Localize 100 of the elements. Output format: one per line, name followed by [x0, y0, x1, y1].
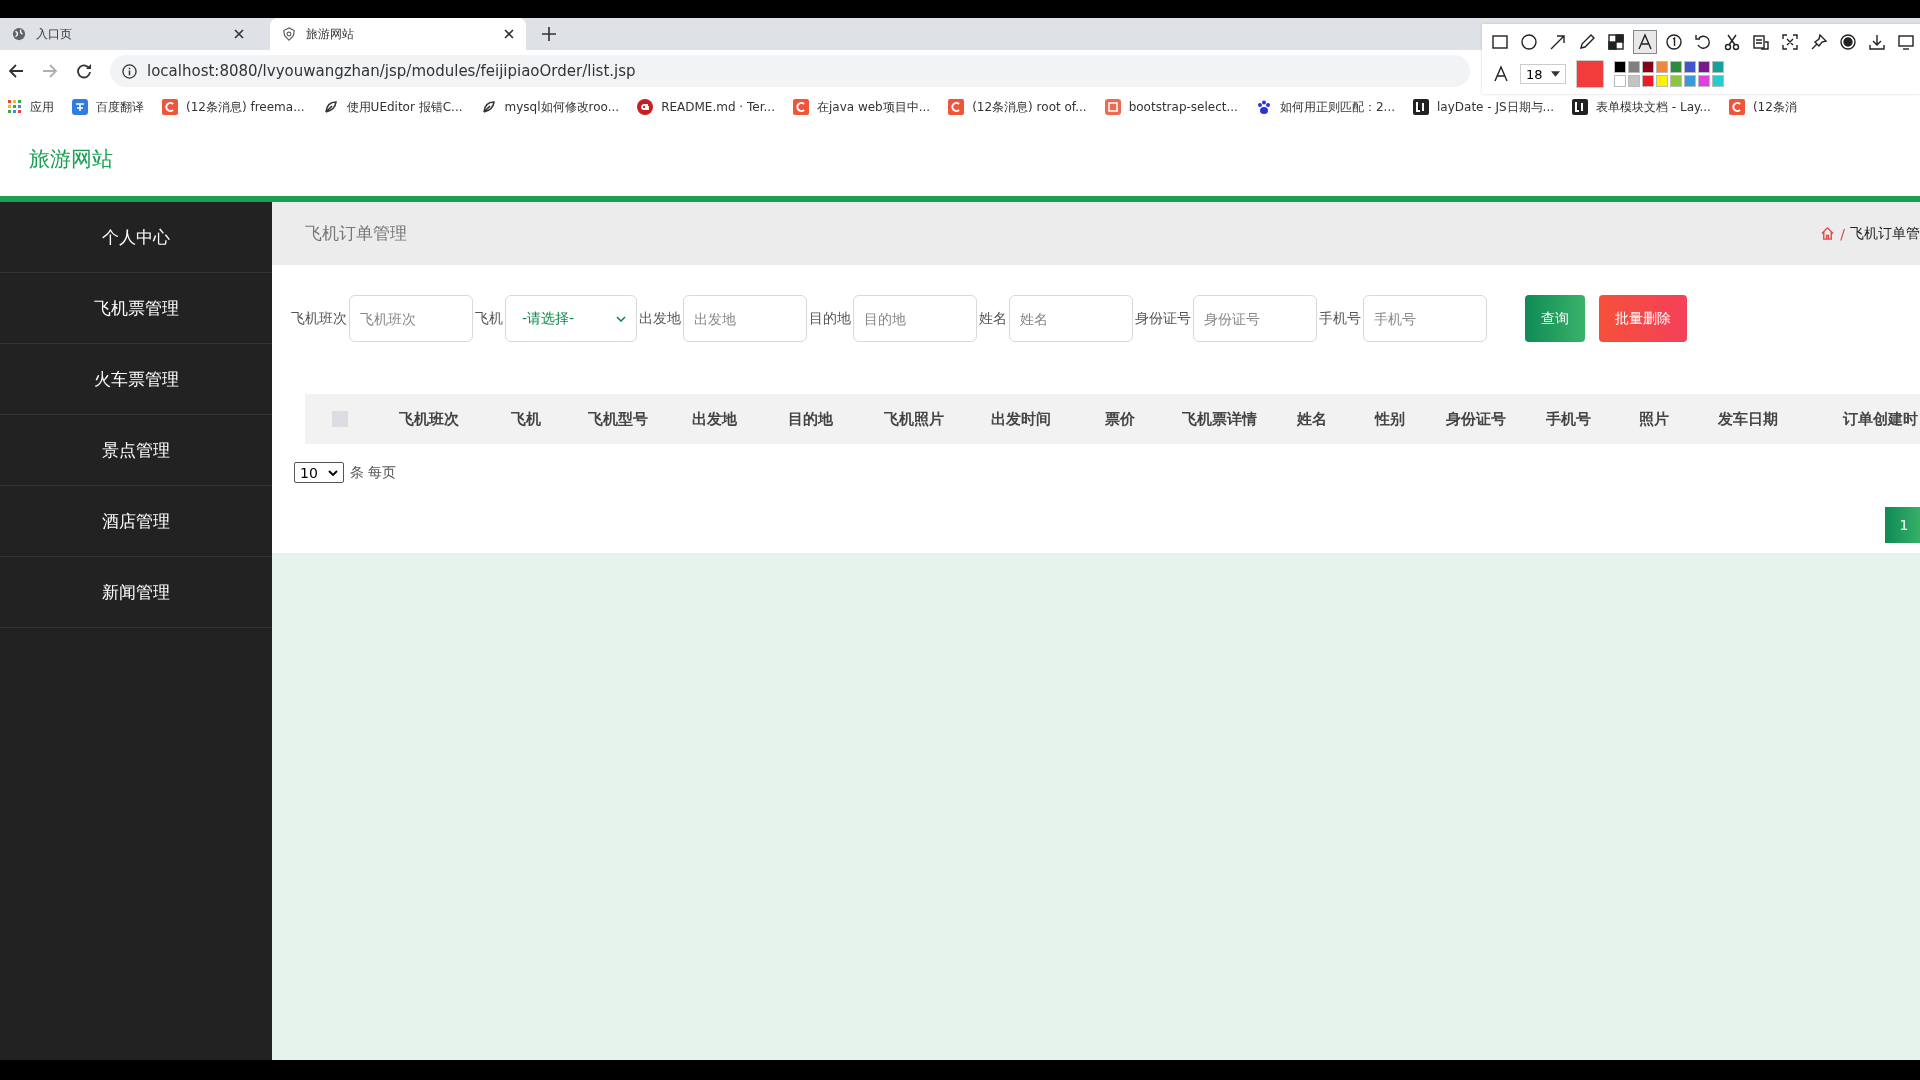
color-swatch[interactable]	[1642, 61, 1654, 73]
bookmark-label: 在java web项目中...	[816, 98, 931, 116]
bookmark[interactable]: (12条消息) freema...	[162, 98, 305, 116]
close-icon[interactable]	[234, 29, 244, 39]
color-swatch[interactable]	[1698, 61, 1710, 73]
back-icon[interactable]	[8, 63, 24, 79]
color-swatch[interactable]	[1656, 61, 1668, 73]
column-header: 飞机照片	[883, 409, 944, 429]
ellipse-tool-icon	[1520, 33, 1538, 51]
bookmark-label: layDate - JS日期与...	[1437, 98, 1555, 116]
tab-title: 入口页	[36, 25, 73, 43]
batch-delete-button[interactable]: 批量删除	[1599, 295, 1687, 342]
bookmark-label: README.md · Ter...	[661, 100, 775, 114]
screen-tool-icon	[1897, 33, 1915, 51]
address-bar[interactable]: localhost:8080/lvyouwangzhan/jsp/modules/feijipiaoOrder/list.jsp	[110, 55, 1470, 87]
color-swatch[interactable]	[1628, 75, 1640, 87]
c-logo-icon	[162, 99, 178, 115]
globe-icon	[12, 27, 26, 41]
color-swatch[interactable]	[1698, 75, 1710, 87]
filter-input[interactable]: 姓名	[1009, 295, 1133, 342]
close-icon[interactable]	[504, 29, 514, 39]
column-header: 飞机	[511, 409, 541, 429]
filter-label: 手机号	[1319, 309, 1361, 328]
caret-icon	[1551, 71, 1560, 77]
filter-select[interactable]: -请选择-	[505, 295, 637, 342]
leaf-icon	[480, 99, 497, 115]
bookmark-label: (12条消	[1752, 98, 1797, 116]
bookmark[interactable]: (12条消息) root of...	[948, 98, 1087, 116]
color-swatch[interactable]	[1670, 61, 1682, 73]
apps-grid-icon	[8, 100, 22, 114]
bookmark[interactable]: (12条消	[1728, 98, 1797, 116]
leaf-icon	[322, 99, 339, 115]
browser-tab[interactable]: 入口页	[0, 18, 256, 50]
filter-label: 目的地	[809, 309, 851, 328]
column-header: 票价	[1105, 409, 1135, 429]
color-swatch[interactable]	[1712, 75, 1724, 87]
reload-icon[interactable]	[76, 63, 92, 79]
filter-label: 身份证号	[1135, 309, 1191, 328]
column-header: 出发地	[691, 409, 737, 429]
filter-input[interactable]: 身份证号	[1193, 295, 1317, 342]
translate-icon	[72, 99, 88, 115]
c-logo-icon	[792, 99, 809, 115]
bookmark[interactable]: mysql如何修改roo...	[480, 98, 620, 116]
column-header: 飞机班次	[398, 409, 459, 429]
page-size-select[interactable]: 10	[294, 462, 344, 483]
color-swatch[interactable]	[1712, 61, 1724, 73]
color-swatch[interactable]	[1628, 61, 1640, 73]
undo-tool-icon	[1694, 33, 1712, 51]
filter-label: 飞机班次	[291, 309, 347, 328]
bookmark-label: mysql如何修改roo...	[504, 98, 620, 116]
column-header: 目的地	[787, 409, 833, 429]
color-swatch[interactable]	[1684, 75, 1696, 87]
font-size-select[interactable]: 18	[1520, 64, 1566, 84]
color-swatch[interactable]	[1642, 75, 1654, 87]
mosaic-tool-icon	[1607, 33, 1625, 51]
filter-input[interactable]: 目的地	[853, 295, 977, 342]
page-title: 飞机订单管理	[305, 222, 407, 245]
bookmark[interactable]: 在java web项目中...	[792, 98, 931, 116]
number-tool-icon	[1665, 33, 1683, 51]
text-tool-icon	[1636, 33, 1654, 51]
bookmark[interactable]: 应用	[8, 98, 54, 116]
bookmark-label: bootstrap-select...	[1128, 100, 1238, 114]
new-tab-icon[interactable]	[542, 27, 556, 41]
rect-tool-icon	[1491, 33, 1509, 51]
column-header: 手机号	[1546, 409, 1591, 429]
filter-label: 飞机	[475, 309, 503, 328]
filter-label: 出发地	[639, 309, 681, 328]
color-swatch[interactable]	[1684, 61, 1696, 73]
bookmark[interactable]: README.md · Ter...	[637, 99, 775, 115]
filter-input[interactable]: 出发地	[683, 295, 807, 342]
bookmark[interactable]: layDate - JS日期与...	[1413, 98, 1555, 116]
bookmark[interactable]: bootstrap-select...	[1104, 99, 1238, 115]
column-header: 身份证号	[1445, 409, 1506, 429]
breadcrumb-item: 飞机订单管	[1850, 224, 1920, 243]
filter-input[interactable]: 手机号	[1363, 295, 1487, 342]
scissors-tool-icon	[1723, 33, 1741, 51]
page-size-label: 条 每页	[350, 463, 397, 482]
color-swatch[interactable]	[1656, 75, 1668, 87]
color-swatch[interactable]	[1670, 75, 1682, 87]
bookmark[interactable]: 百度翻译	[72, 98, 144, 116]
download-tool-icon	[1868, 33, 1886, 51]
home-icon[interactable]	[1820, 226, 1836, 241]
bookmark[interactable]: 表单模块文档 - Lay...	[1572, 98, 1711, 116]
tool-button[interactable]	[1633, 30, 1657, 54]
search-button[interactable]: 查询	[1525, 295, 1585, 342]
current-color-swatch[interactable]	[1576, 60, 1604, 88]
bookmark[interactable]: 使用UEditor 报错C...	[322, 98, 463, 116]
chevron-icon	[616, 315, 626, 322]
column-header: 出发时间	[990, 409, 1051, 429]
color-swatch[interactable]	[1614, 75, 1626, 87]
bookmark-label: (12条消息) freema...	[186, 98, 305, 116]
column-header: 订单创建时	[1842, 409, 1918, 429]
filter-input[interactable]: 飞机班次	[349, 295, 473, 342]
bookmark[interactable]: 如何用正则匹配：2...	[1255, 98, 1395, 116]
color-swatch[interactable]	[1614, 61, 1626, 73]
browser-tab[interactable]: 旅游网站	[270, 18, 526, 50]
pin-tool-icon	[1810, 33, 1828, 51]
column-header: 姓名	[1296, 409, 1327, 429]
bookmark-label: 使用UEditor 报错C...	[346, 98, 463, 116]
column-header: 飞机票详情	[1182, 409, 1257, 429]
